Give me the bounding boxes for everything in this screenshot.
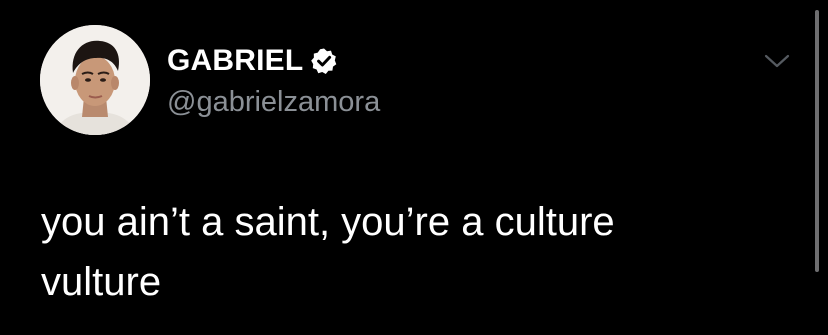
display-name[interactable]: GABRIEL [167, 43, 303, 79]
avatar-photo [40, 25, 150, 135]
avatar[interactable] [40, 25, 150, 135]
chevron-down-icon[interactable] [762, 50, 792, 72]
tweet-text: you ain’t a saint, you’re a culture vult… [41, 200, 615, 304]
author-handle[interactable]: @gabrielzamora [167, 84, 380, 120]
author-name-row[interactable]: GABRIEL [167, 43, 338, 79]
tweet-card: GABRIEL @gabrielzamora you ain’t a saint… [0, 0, 828, 335]
scrollbar[interactable] [815, 10, 819, 272]
verified-badge-icon [310, 47, 338, 75]
